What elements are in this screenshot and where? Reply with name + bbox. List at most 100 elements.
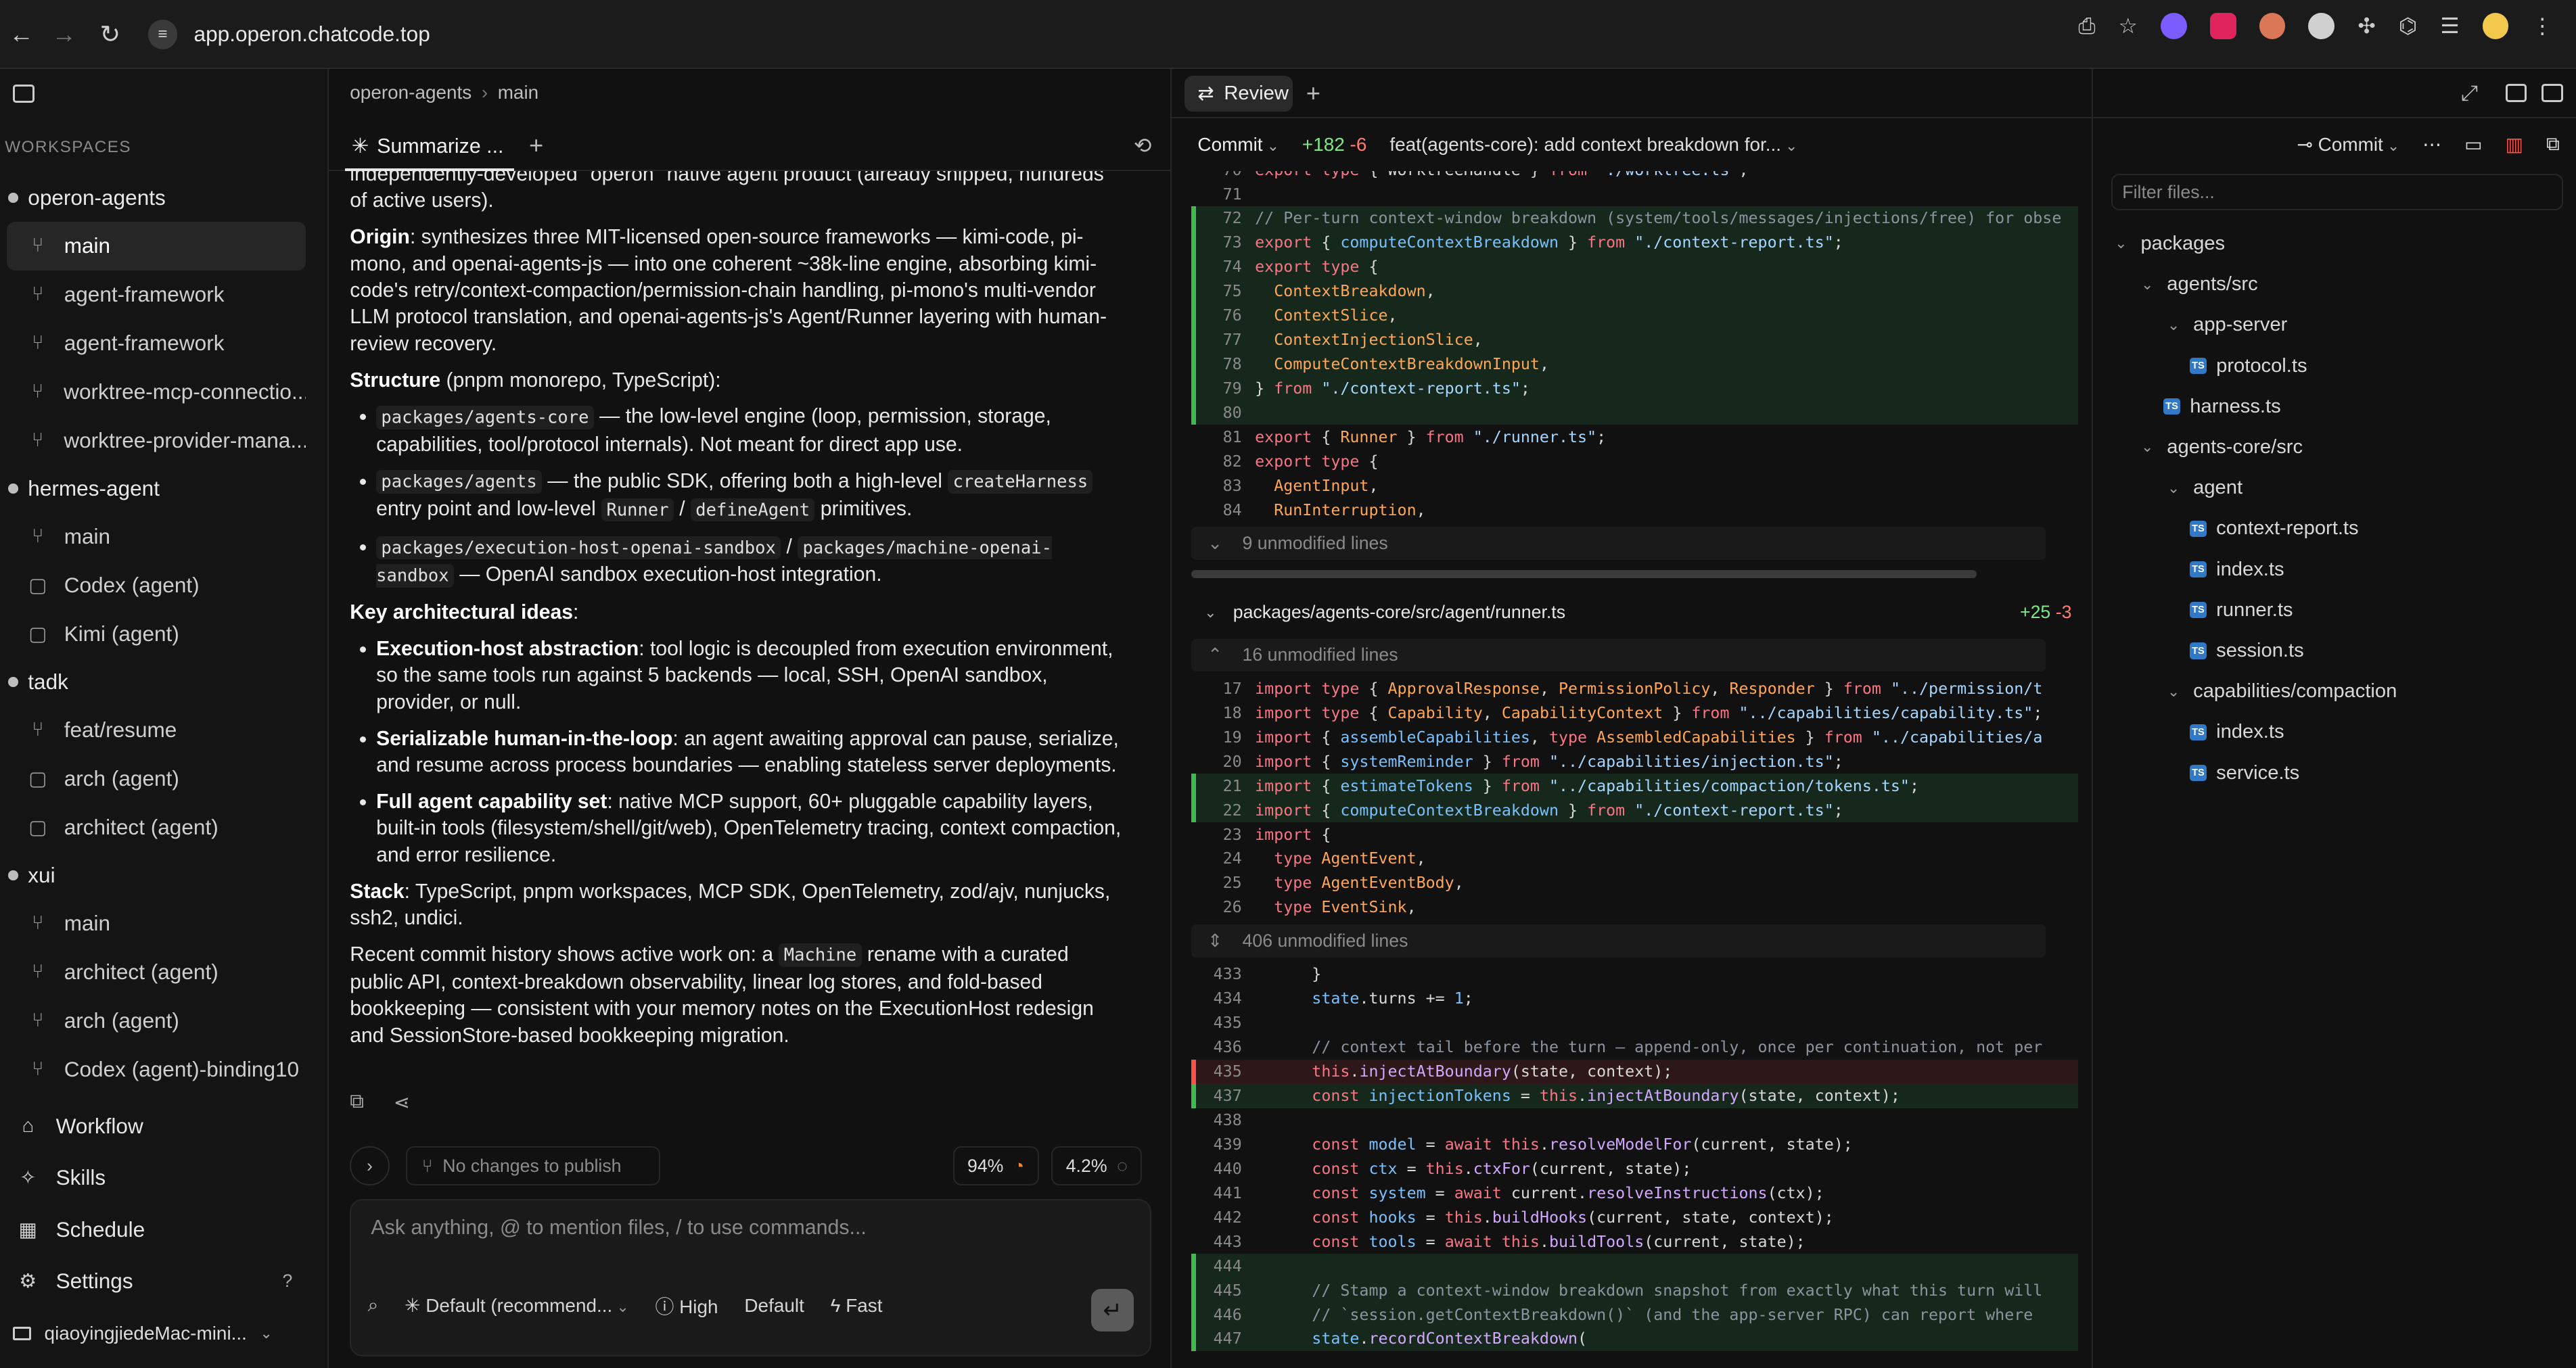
sidebar-item-branch[interactable]: ⑂ Codex (agent)-binding10 (0, 1045, 306, 1093)
workspace-operon-agents[interactable]: operon-agents (0, 174, 329, 221)
media-icon[interactable]: ⌬ (2399, 14, 2418, 39)
workspace-tadk[interactable]: tadk (0, 658, 329, 705)
prompt-input[interactable] (367, 1214, 1124, 1242)
nav-settings[interactable]: ⚙ Settings? (0, 1256, 329, 1308)
horizontal-scrollbar[interactable] (1191, 569, 1977, 578)
tree-folder[interactable]: ⌄ packages (2094, 223, 2576, 264)
context-usage-pill[interactable]: 94% ◔ (952, 1146, 1039, 1186)
forward-icon[interactable]: → (43, 13, 85, 55)
tree-file[interactable]: TS index.ts (2094, 549, 2576, 590)
tree-file[interactable]: TS harness.ts (2094, 386, 2576, 427)
extension-icon[interactable] (2259, 13, 2286, 40)
sidebar-item-branch[interactable]: ⑂ main (0, 513, 306, 561)
new-tab-plus-icon[interactable]: + (529, 131, 543, 160)
unmodified-lines-toggle[interactable]: ⌄ 9 unmodified lines (1191, 527, 2046, 561)
copy-icon[interactable]: ⧉ (350, 1091, 364, 1114)
sidebar-item-branch[interactable]: ⑂ main (0, 899, 306, 948)
extension-icon[interactable] (2209, 13, 2236, 40)
tab-review[interactable]: ⇄ Review (1184, 75, 1293, 112)
tree-folder[interactable]: ⌄ agents/src (2094, 264, 2576, 304)
sidebar-item-branch[interactable]: ⑂ architect (agent) (0, 948, 306, 997)
copy-icon[interactable]: ⧉ (2546, 133, 2560, 156)
sidebar-item-branch[interactable]: ▢ architect (agent) (0, 803, 306, 851)
unmodified-count: 9 unmodified lines (1242, 533, 1388, 554)
commit-title[interactable]: feat(agents-core): add context breakdown… (1389, 134, 1797, 156)
send-button[interactable]: ↵ (1091, 1289, 1134, 1332)
status-row: › ⑂ No changes to publish 94% ◔ 4.2% ◌ (350, 1146, 1151, 1186)
sidebar-item-branch[interactable]: ▢ arch (agent) (0, 755, 306, 803)
browser-menu-icon[interactable]: ⋮ (2531, 14, 2553, 39)
share-icon[interactable]: ⋖ (394, 1091, 410, 1114)
publish-status[interactable]: ⑂ No changes to publish (405, 1146, 661, 1186)
nav-skills[interactable]: ✧ Skills (0, 1152, 329, 1204)
workspace-xui[interactable]: xui (0, 851, 329, 899)
expand-chevron-icon[interactable]: › (350, 1146, 390, 1186)
tab-summarize[interactable]: ✳ Summarize ... (345, 125, 515, 171)
file-icon[interactable]: ▭ (2464, 133, 2482, 156)
nav-workflow[interactable]: ⌂ Workflow (0, 1100, 329, 1152)
commit-selector[interactable]: Commit ⌄ (1197, 134, 1279, 156)
rate-usage-pill[interactable]: 4.2% ◌ (1051, 1146, 1143, 1186)
install-app-icon[interactable]: ⎙ (2078, 14, 2095, 39)
effort-selector[interactable]: ⓘ High (655, 1292, 718, 1319)
tree-folder[interactable]: ⌄ agent (2094, 468, 2576, 509)
reload-icon[interactable]: ↻ (89, 13, 131, 55)
help-button[interactable]: ? (282, 1271, 292, 1292)
tree-file[interactable]: TS session.ts (2094, 630, 2576, 671)
sidebar-item-branch[interactable]: ▢ Codex (agent) (0, 561, 306, 610)
sidebar-item-branch[interactable]: ⑂ feat/resume (0, 706, 306, 755)
key-ideas-list: Execution-host abstraction: tool logic i… (350, 636, 1122, 868)
layout-right-icon[interactable] (2542, 83, 2563, 102)
chevron-down-icon: ⌄ (612, 1298, 629, 1316)
tab-list-icon[interactable]: ☰ (2440, 14, 2459, 39)
tree-folder[interactable]: ⌄ app-server (2094, 305, 2576, 346)
tree-folder[interactable]: ⌄ agents-core/src (2094, 427, 2576, 467)
tree-file[interactable]: TS protocol.ts (2094, 346, 2576, 386)
workspace-hermes-agent[interactable]: hermes-agent (0, 465, 329, 512)
sidebar-item-branch[interactable]: ⑂ arch (agent) (0, 996, 306, 1045)
more-options-icon[interactable]: ⋯ (2422, 133, 2441, 156)
extensions-puzzle-icon[interactable]: ✣ (2358, 14, 2375, 39)
profile-avatar-icon[interactable] (2482, 13, 2509, 40)
expand-arrows-icon[interactable]: ⤢ (2461, 80, 2478, 106)
speed-selector[interactable]: ϟ Fast (831, 1295, 883, 1317)
tree-folder[interactable]: ⌄ capabilities/compaction (2094, 671, 2576, 712)
sidebar-item-branch[interactable]: ⑂ agent-framework (0, 270, 306, 319)
sidebar-item-branch[interactable]: ⑂ agent-framework (0, 319, 306, 368)
branch-icon: ⑂ (32, 332, 44, 354)
nav-schedule-label: Schedule (55, 1217, 145, 1242)
attach-paperclip-icon[interactable]: ⌕ (368, 1294, 379, 1317)
sidebar-item-branch[interactable]: ⑂ main (6, 221, 306, 270)
sidebar-item-branch[interactable]: ⑂ worktree-provider-mana... (0, 416, 306, 465)
inline-code: packages/agents (376, 470, 542, 494)
breadcrumb-repo[interactable]: operon-agents (350, 82, 472, 103)
sidebar-item-branch[interactable]: ⑂ worktree-mcp-connectio... (0, 367, 306, 416)
history-icon[interactable]: ⟲ (1134, 133, 1151, 158)
tree-file[interactable]: TS context-report.ts (2094, 509, 2576, 549)
branch-icon: ⑂ (32, 283, 44, 306)
tree-file[interactable]: TS service.ts (2094, 753, 2576, 793)
split-diff-icon[interactable]: ▥ (2505, 133, 2523, 156)
model-selector[interactable]: ✳ Default (recommend... ⌄ (405, 1294, 629, 1317)
site-settings-icon[interactable]: ≡ (147, 20, 178, 49)
unmodified-lines-toggle[interactable]: ⌃ 16 unmodified lines (1191, 638, 2046, 672)
commit-dropdown[interactable]: ⊸ Commit ⌄ (2297, 133, 2400, 156)
tree-file[interactable]: TS runner.ts (2094, 590, 2576, 630)
mode-selector[interactable]: Default (744, 1295, 804, 1317)
layout-bottom-icon[interactable] (2505, 83, 2527, 102)
tree-file[interactable]: TS index.ts (2094, 712, 2576, 753)
sidebar-item-branch[interactable]: ▢ Kimi (agent) (0, 609, 306, 658)
machine-selector[interactable]: qiaoyingjiedeMac-mini... ⌄ (0, 1309, 329, 1359)
file-header[interactable]: ⌄ packages/agents-core/src/agent/runner.… (1191, 591, 2078, 634)
extension-icon[interactable] (2160, 13, 2187, 40)
toggle-sidebar-icon[interactable] (13, 85, 34, 103)
unmodified-lines-toggle[interactable]: ⇕ 406 unmodified lines (1191, 924, 2046, 958)
back-icon[interactable]: ← (0, 13, 43, 55)
address-bar[interactable]: ≡ app.operon.chatcode.top (147, 13, 2038, 55)
extension-icon[interactable] (2308, 13, 2335, 40)
breadcrumb-branch[interactable]: main (498, 82, 539, 103)
new-tab-plus-icon[interactable]: + (1306, 79, 1320, 108)
filter-files-input[interactable]: Filter files... (2111, 174, 2563, 210)
nav-schedule[interactable]: ▦ Schedule (0, 1204, 329, 1256)
bookmark-star-icon[interactable]: ☆ (2119, 14, 2138, 39)
